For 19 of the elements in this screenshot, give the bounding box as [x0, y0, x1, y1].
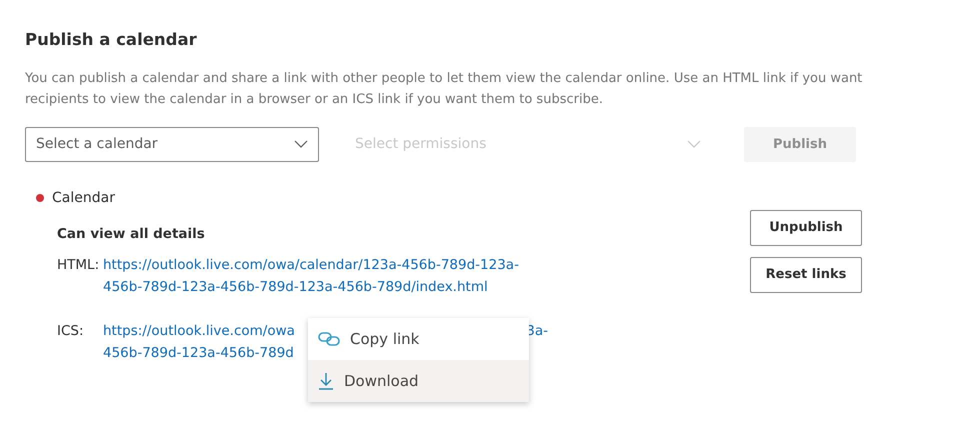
link-text[interactable]: https://outlook.live.com/owa [103, 320, 295, 342]
link-label: HTML: [57, 256, 100, 276]
menu-item[interactable]: Copy link [308, 318, 529, 360]
page-title: Publish a calendar [25, 30, 198, 50]
description-text: You can publish a calendar and share a link with other people to let them view the calendar online. Use an HTML link if you want recipients to view the calendar in a browser or an ICS link if you want them to subscribe. [25, 70, 864, 109]
download-icon [318, 372, 334, 390]
link-text[interactable]: https://outlook.live.com/owa/calendar/123a-456b-789d-123a- [103, 254, 519, 276]
calendar-dropdown[interactable]: Select a calendar [25, 126, 319, 162]
link-text[interactable]: 456b-789d-123a-456b-789d-123a-456b-789d/index.html [103, 276, 488, 298]
link-text[interactable]: 456b-789d-123a-456b-789d [103, 342, 294, 364]
unpublish-button[interactable]: Unpublish [750, 210, 862, 246]
reset-links-button[interactable]: Reset links [750, 256, 862, 293]
chevron-down-icon [687, 140, 701, 148]
link-label: ICS: [57, 322, 85, 342]
calendar-name: Calendar [52, 188, 115, 208]
permission-text: Can view all details [57, 224, 206, 244]
menu-item[interactable]: Download [308, 360, 529, 402]
chevron-down-icon [294, 140, 308, 148]
link-icon [318, 332, 340, 346]
